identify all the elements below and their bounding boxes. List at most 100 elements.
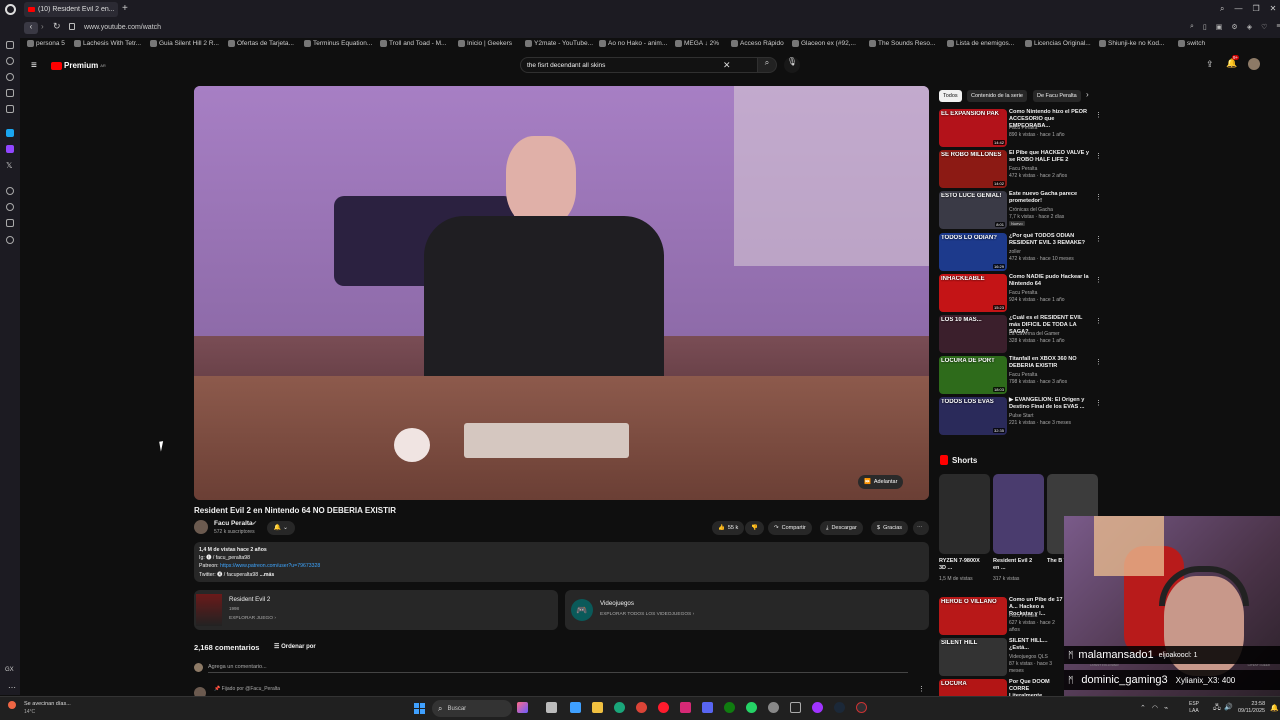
instagram-link[interactable]: Ig: 🅘 / facu_peralta98 bbox=[199, 554, 924, 562]
taskbar-app-messenger-icon[interactable] bbox=[812, 702, 823, 713]
bookmark-item[interactable]: Acceso Rápido bbox=[731, 40, 784, 47]
taskbar-app-terminal-icon[interactable] bbox=[790, 702, 801, 713]
taskbar-search[interactable]: ⌕ Buscar bbox=[432, 700, 512, 717]
history-icon[interactable] bbox=[6, 203, 14, 211]
recommended-video[interactable]: TODOS LOS EVAS 32:35 ▶ EVANGELION: El Orig… bbox=[939, 397, 1104, 436]
maximize-icon[interactable]: ❐ bbox=[1252, 4, 1259, 14]
tray-volume-icon[interactable]: 🔊 bbox=[1224, 703, 1233, 711]
create-icon[interactable]: ⇪ bbox=[1206, 59, 1214, 70]
chips-next-icon[interactable]: › bbox=[1086, 90, 1089, 99]
video-menu-icon[interactable]: ⋮ bbox=[1095, 399, 1102, 407]
recommended-channel[interactable]: La Caverna del Gamer bbox=[1009, 331, 1060, 338]
taskbar-app-xbox-icon[interactable] bbox=[724, 702, 735, 713]
clear-search-icon[interactable]: ✕ bbox=[723, 60, 731, 71]
sort-comments-button[interactable]: ☰ Ordenar por bbox=[274, 643, 316, 650]
video-thumbnail[interactable]: INHACKEABLE 15:23 bbox=[939, 273, 1007, 312]
video-thumbnail[interactable]: SILENT HILL bbox=[939, 638, 1007, 676]
bookmark-item[interactable]: Y2mate - YouTube... bbox=[525, 40, 593, 47]
discord-icon[interactable] bbox=[6, 89, 14, 97]
show-more-link[interactable]: ...más bbox=[260, 572, 275, 578]
url-field[interactable]: www.youtube.com/watch bbox=[84, 24, 161, 31]
taskbar-app-explorer-icon[interactable] bbox=[592, 702, 603, 713]
bookmark-item[interactable]: Terminus Equation... bbox=[304, 40, 372, 47]
video-menu-icon[interactable]: ⋮ bbox=[1095, 358, 1102, 366]
weather-icon[interactable] bbox=[8, 701, 16, 709]
bookmark-item[interactable]: Troll and Toad - M... bbox=[380, 40, 446, 47]
extensions-icon[interactable]: ⚙ bbox=[1231, 23, 1237, 31]
download-button[interactable]: ⤓ Descargar bbox=[820, 521, 863, 535]
taskbar-app-settings-icon[interactable] bbox=[768, 702, 779, 713]
category-card[interactable]: 🎮 Videojuegos EXPLORAR TODOS LOS VIDEOJU… bbox=[565, 590, 929, 630]
instagram-icon[interactable] bbox=[6, 105, 14, 113]
video-thumbnail[interactable]: LOS 10 MAS... bbox=[939, 315, 1007, 353]
chip-from-channel[interactable]: De Facu Peralta bbox=[1033, 90, 1081, 102]
recommended-video[interactable]: SE ROBO MILLONES 14:02 El Pibe que HACKEO … bbox=[939, 150, 1104, 189]
bookmark-item[interactable]: Inicio | Geekers bbox=[458, 40, 512, 47]
downloads-icon[interactable] bbox=[6, 219, 14, 227]
video-menu-icon[interactable]: ⋮ bbox=[1095, 152, 1102, 160]
channel-name[interactable]: Facu Peralta bbox=[214, 520, 253, 527]
tray-chevron-icon[interactable]: ⌃ bbox=[1140, 704, 1146, 712]
bookmark-item[interactable]: Ao no Hako - anim... bbox=[599, 40, 667, 47]
more-icon[interactable]: ⋯ bbox=[8, 683, 16, 692]
taskbar-app-taskview-icon[interactable] bbox=[546, 702, 557, 713]
taskbar-app-edge-icon[interactable] bbox=[614, 702, 625, 713]
settings-icon[interactable] bbox=[6, 236, 14, 244]
video-thumbnail[interactable]: ESTO LUCE GENIAL! 8:01 bbox=[939, 191, 1007, 230]
hamburger-menu-icon[interactable]: ≡ bbox=[31, 60, 37, 71]
search-input[interactable]: the fisrt decendant all skins bbox=[527, 62, 605, 69]
minimize-icon[interactable]: — bbox=[1234, 4, 1242, 14]
video-thumbnail[interactable]: TODOS LO ODIAN? 16:29 bbox=[939, 232, 1007, 271]
video-menu-icon[interactable]: ⋮ bbox=[1095, 193, 1102, 201]
chip-series[interactable]: Contenido de la serie bbox=[967, 90, 1027, 102]
player-icon[interactable] bbox=[6, 187, 14, 195]
taskbar-app-steam-icon[interactable] bbox=[834, 702, 845, 713]
bookmark-item[interactable]: Licencias Original... bbox=[1025, 40, 1091, 47]
telegram-icon[interactable] bbox=[6, 73, 14, 81]
video-thumbnail[interactable]: LOCURA DE PORT 18:03 bbox=[939, 356, 1007, 395]
patreon-link[interactable]: https://www.patreon.com/user?u=79673328 bbox=[220, 563, 320, 569]
recommended-video[interactable]: ESTO LUCE GENIAL! 8:01 Este nuevo Gacha pa… bbox=[939, 191, 1104, 230]
taskbar-app-copilot-icon[interactable] bbox=[517, 702, 528, 713]
share-button[interactable]: ↷ Compartir bbox=[768, 521, 812, 535]
video-player[interactable]: ⏩ Adelantar bbox=[194, 86, 929, 500]
recommended-channel[interactable]: Crónicas del Gacha bbox=[1009, 207, 1053, 214]
short-thumbnail[interactable] bbox=[993, 474, 1044, 554]
bookmark-item[interactable]: Shiunji-ke no Kod... bbox=[1099, 40, 1164, 47]
clock[interactable]: 23:58 09/11/2025 bbox=[1238, 701, 1265, 715]
video-thumbnail[interactable]: SE ROBO MILLONES 14:02 bbox=[939, 150, 1007, 189]
game-card[interactable]: Resident Evil 2 1998 EXPLORAR JUEGO › bbox=[194, 590, 558, 630]
add-comment-input[interactable]: Agrega un comentario... bbox=[208, 664, 908, 673]
short-thumbnail[interactable] bbox=[939, 474, 990, 554]
recommended-channel[interactable]: Facu Peralta bbox=[1009, 372, 1037, 379]
recommended-channel[interactable]: Facu Peralta bbox=[1009, 166, 1037, 173]
back-button[interactable]: ‹ bbox=[24, 22, 38, 34]
bookmark-item[interactable]: Lista de enemigos... bbox=[947, 40, 1014, 47]
recommended-channel[interactable]: zoller bbox=[1009, 249, 1021, 256]
bookmark-item[interactable]: Lachesis With Tetr... bbox=[74, 40, 141, 47]
recommended-video[interactable]: EL EXPANSION PAK 14:42 Como Nintendo hizo … bbox=[939, 109, 1104, 148]
taskbar-app-instagram-icon[interactable] bbox=[680, 702, 691, 713]
reader-icon[interactable]: ▯ bbox=[1203, 23, 1207, 31]
taskbar-app-whatsapp-icon[interactable] bbox=[746, 702, 757, 713]
recommended-title[interactable]: El Pibe que HACKEO VALVE y se ROBO HALF … bbox=[1009, 150, 1091, 164]
recommended-title[interactable]: Titanfall en XBOX 360 NO DEBERIA EXISTIR bbox=[1009, 356, 1091, 370]
taskbar-app-obs-icon[interactable] bbox=[856, 702, 867, 713]
dislike-button[interactable]: 👎 bbox=[745, 521, 764, 535]
snapshot-icon[interactable]: ▣ bbox=[1216, 23, 1223, 31]
taskbar-app-opera-icon[interactable] bbox=[658, 702, 669, 713]
short-title[interactable]: RYZEN 7-9800X 3D ... bbox=[939, 558, 981, 572]
tray-wifi-icon[interactable]: ◠ bbox=[1152, 704, 1158, 712]
taskbar-app-discord-icon[interactable] bbox=[702, 702, 713, 713]
recommended-title[interactable]: ▶ EVANGELION: El Origen y Destino Final … bbox=[1009, 397, 1091, 411]
weather-text[interactable]: Se avecinan días... bbox=[24, 701, 71, 707]
close-icon[interactable]: ✕ bbox=[1270, 4, 1277, 14]
subscribed-button[interactable]: 🔔 ⌄ bbox=[267, 521, 295, 535]
search-button[interactable]: ⌕ bbox=[757, 57, 777, 73]
recommended-video[interactable]: LOS 10 MAS... ¿Cuál es el RESIDENT EVIL m… bbox=[939, 315, 1104, 354]
recommended-title[interactable]: ¿Por qué TODOS ODIAN RESIDENT EVIL 3 REM… bbox=[1009, 233, 1091, 247]
description-box[interactable]: 1,4 M de vistas hace 2 años Ig: 🅘 / facu… bbox=[194, 542, 929, 582]
bookmark-item[interactable]: Glaceon ex (#92,... bbox=[792, 40, 856, 47]
explore-game-link[interactable]: EXPLORAR JUEGO › bbox=[229, 616, 276, 621]
bookmark-item[interactable]: Guia Silent Hill 2 R... bbox=[150, 40, 219, 47]
